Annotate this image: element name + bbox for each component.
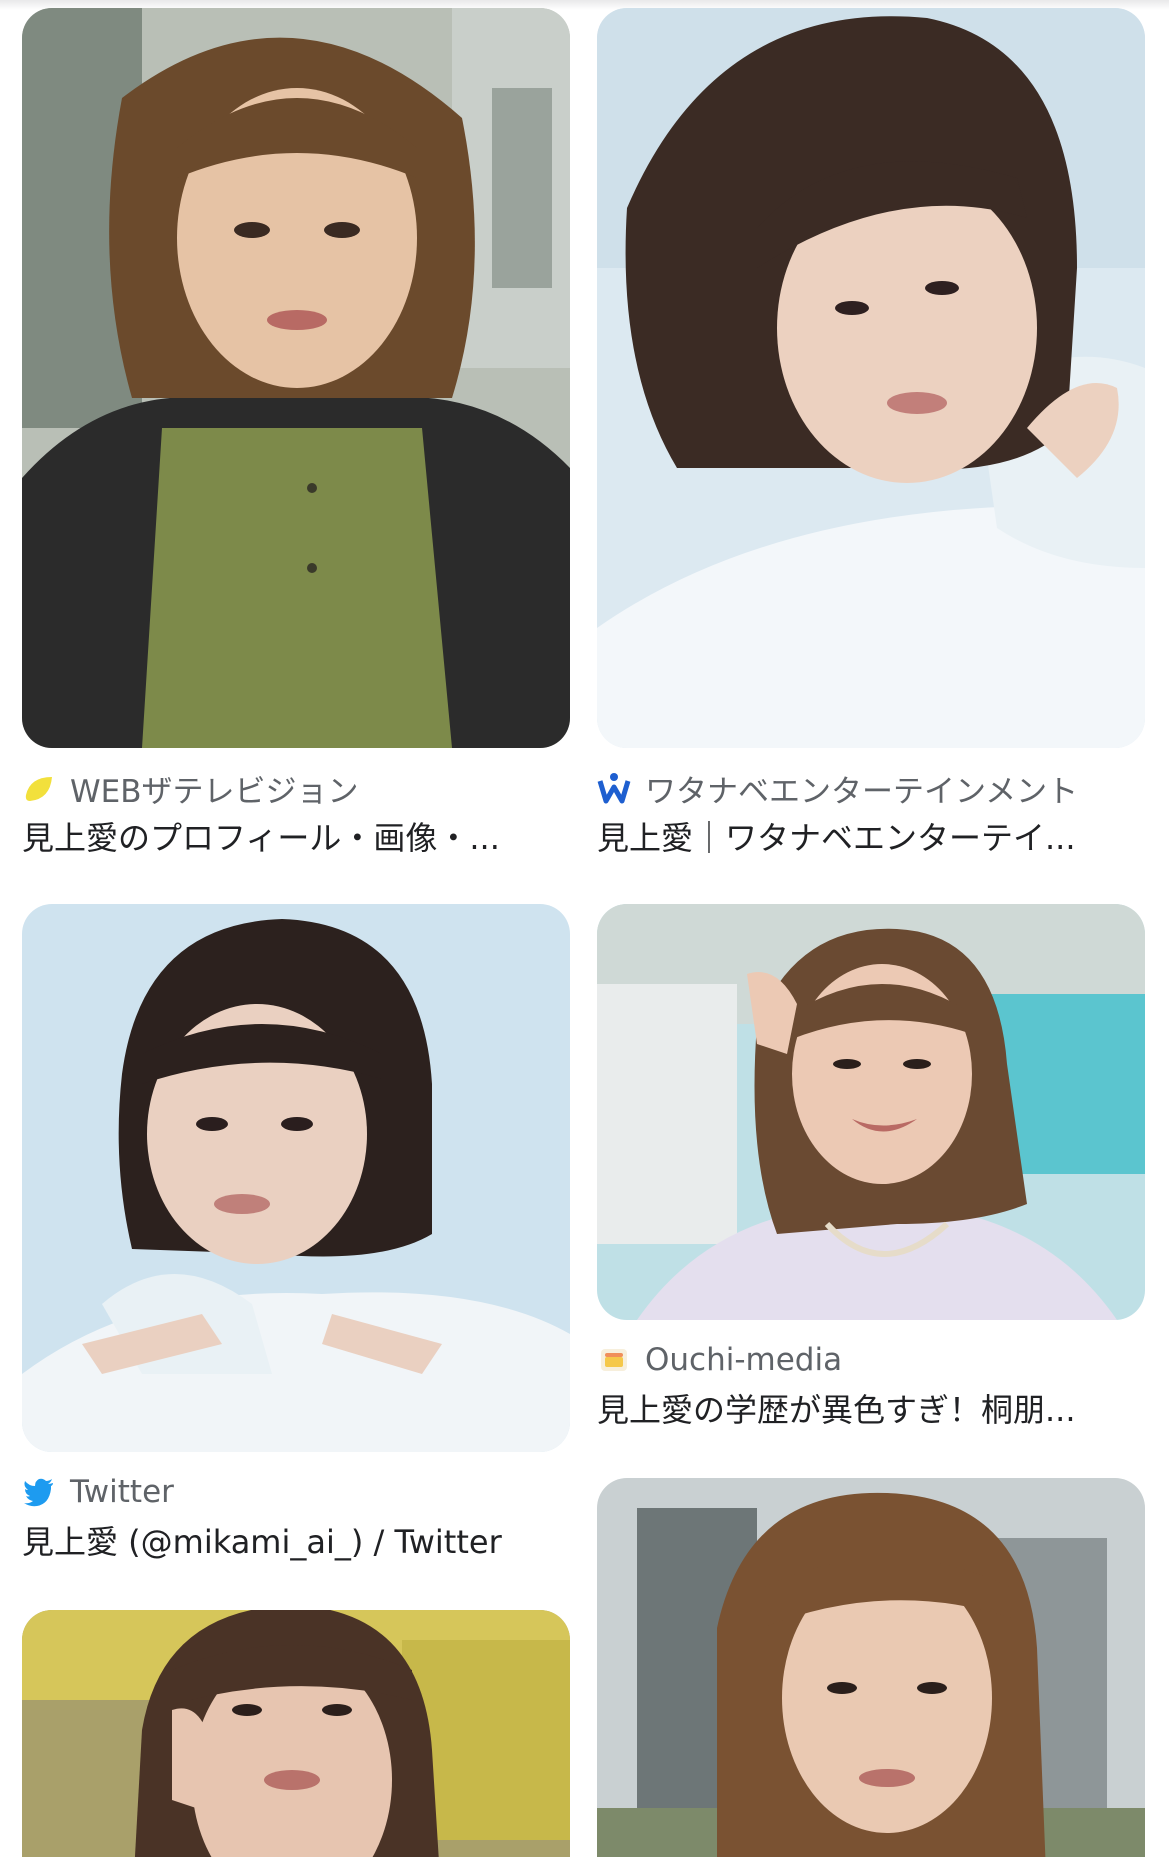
result-card-3[interactable]: Twitter 見上愛 (@mikami_ai_) / Twitter (22, 904, 570, 1564)
result-card-2[interactable]: ワタナベエンターテインメント 見上愛｜ワタナベエンターテイ... (597, 8, 1145, 860)
result-image-4[interactable] (597, 904, 1145, 1320)
image-results-grid: WEBザテレビジョン 見上愛のプロフィール・画像・... ワタナベエンターテイン… (0, 0, 1169, 1857)
result-title-1[interactable]: 見上愛のプロフィール・画像・... (22, 816, 570, 860)
ouchi-media-icon (597, 1343, 631, 1377)
result-source-label: Twitter (70, 1474, 174, 1510)
result-image-2[interactable] (597, 8, 1145, 748)
result-card-6[interactable] (597, 1478, 1145, 1857)
result-source-label: Ouchi-media (645, 1342, 843, 1378)
result-image-6[interactable] (597, 1478, 1145, 1857)
result-card-5[interactable] (22, 1610, 570, 1857)
result-source-3: Twitter (22, 1472, 570, 1512)
result-title-3[interactable]: 見上愛 (@mikami_ai_) / Twitter (22, 1520, 570, 1564)
result-title-4[interactable]: 見上愛の学歴が異色すぎ！桐朋... (597, 1388, 1145, 1432)
result-source-2: ワタナベエンターテインメント (597, 768, 1145, 810)
result-source-1: WEBザテレビジョン (22, 768, 570, 810)
result-source-label: WEBザテレビジョン (70, 773, 359, 810)
twitter-bird-icon (22, 1475, 56, 1509)
watanabe-logo-icon (597, 771, 631, 805)
result-image-5[interactable] (22, 1610, 570, 1857)
lemon-icon (22, 771, 56, 805)
result-source-label: ワタナベエンターテインメント (645, 773, 1079, 810)
result-card-1[interactable]: WEBザテレビジョン 見上愛のプロフィール・画像・... (22, 8, 570, 860)
result-title-2[interactable]: 見上愛｜ワタナベエンターテイ... (597, 816, 1145, 860)
result-image-3[interactable] (22, 904, 570, 1452)
result-source-4: Ouchi-media (597, 1340, 1145, 1380)
result-image-1[interactable] (22, 8, 570, 748)
result-card-4[interactable]: Ouchi-media 見上愛の学歴が異色すぎ！桐朋... (597, 904, 1145, 1432)
